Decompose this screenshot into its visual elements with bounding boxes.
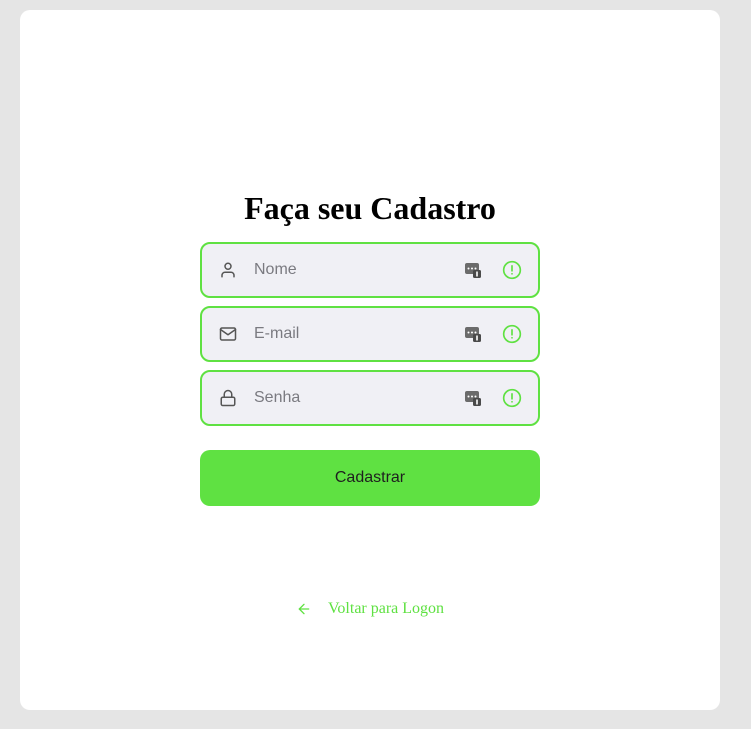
autofill-key-icon[interactable] <box>464 261 482 279</box>
back-link-label: Voltar para Logon <box>327 600 445 617</box>
password-field[interactable] <box>200 370 540 426</box>
page-title: Faça seu Cadastro <box>244 190 496 226</box>
signup-form: Cadastrar <box>200 242 540 506</box>
back-to-logon-link[interactable]: Voltar para Logon <box>20 600 720 618</box>
arrow-left-icon <box>296 601 312 617</box>
signup-card: Faça seu Cadastro Nome E-mail Cadastrar … <box>20 10 720 710</box>
submit-button[interactable]: Cadastrar <box>200 450 540 506</box>
password-input[interactable] <box>254 372 464 424</box>
name-field[interactable] <box>200 242 540 298</box>
alert-circle-icon <box>502 324 522 344</box>
email-field[interactable] <box>200 306 540 362</box>
user-icon <box>218 260 238 280</box>
autofill-key-icon[interactable] <box>464 389 482 407</box>
mail-icon <box>218 324 238 344</box>
alert-circle-icon <box>502 260 522 280</box>
email-input[interactable] <box>254 308 464 360</box>
alert-circle-icon <box>502 388 522 408</box>
lock-icon <box>218 388 238 408</box>
autofill-key-icon[interactable] <box>464 325 482 343</box>
name-input[interactable] <box>254 244 464 296</box>
